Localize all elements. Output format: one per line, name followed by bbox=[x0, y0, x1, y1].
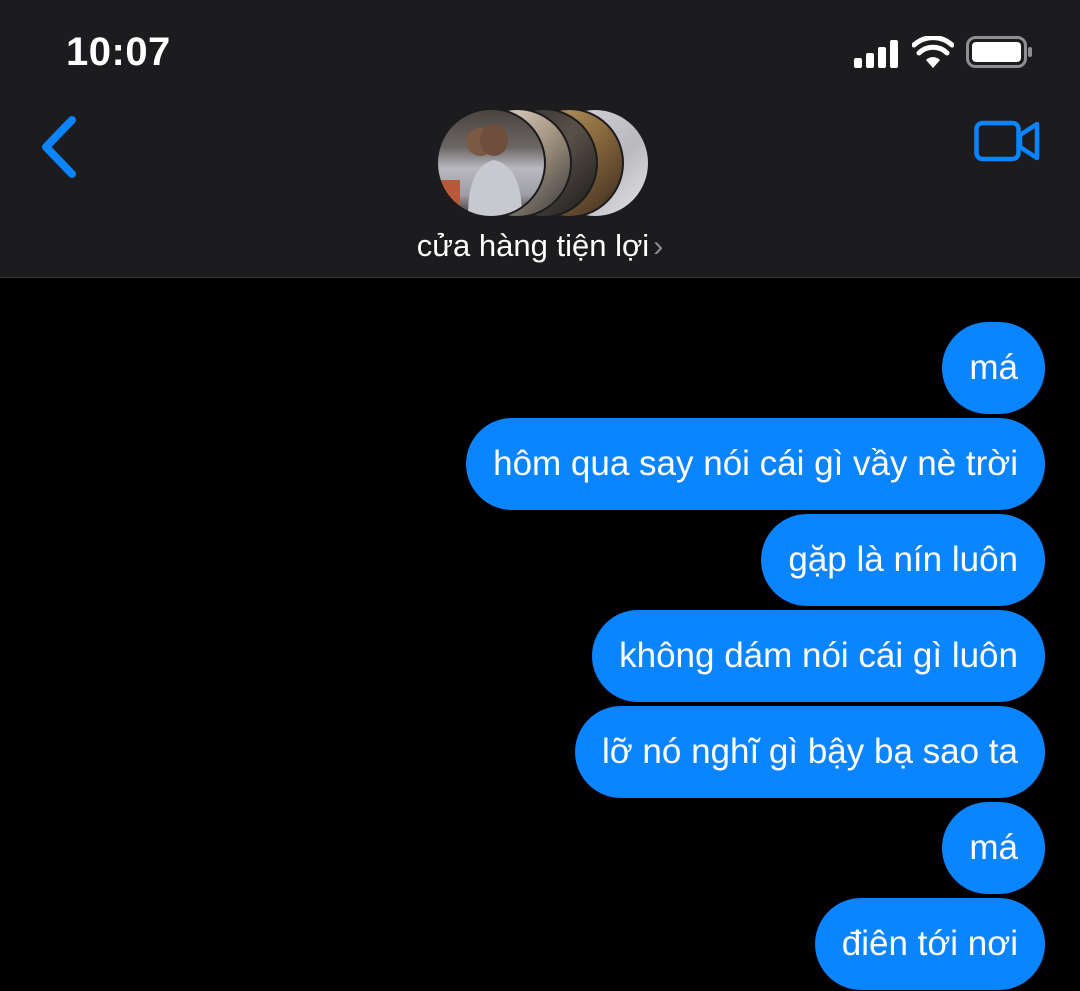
message-bubble-sent[interactable]: hôm qua say nói cái gì vầy nè trời bbox=[466, 418, 1045, 510]
message-bubble-sent[interactable]: gặp là nín luôn bbox=[761, 514, 1045, 606]
group-avatar-stack[interactable] bbox=[436, 108, 650, 218]
back-button[interactable] bbox=[36, 114, 82, 180]
conversation-name[interactable]: cửa hàng tiện lợi › bbox=[0, 228, 1080, 264]
message-bubble-sent[interactable]: má bbox=[942, 802, 1045, 894]
wifi-icon bbox=[912, 36, 954, 68]
cellular-signal-icon bbox=[854, 38, 900, 68]
status-bar-time: 10:07 bbox=[66, 30, 171, 74]
person-icon bbox=[440, 124, 522, 216]
battery-icon bbox=[966, 36, 1032, 68]
avatar bbox=[436, 108, 546, 218]
chevron-right-icon: › bbox=[653, 230, 664, 263]
navigation-header: 10:07 cửa hàng tiện lợi › bbox=[0, 0, 1080, 278]
video-call-button[interactable] bbox=[974, 118, 1040, 164]
message-bubble-sent[interactable]: má bbox=[942, 322, 1045, 414]
conversation-name-label: cửa hàng tiện lợi bbox=[416, 228, 650, 263]
message-thread[interactable]: má hôm qua say nói cái gì vầy nè trời gặ… bbox=[0, 278, 1080, 991]
message-bubble-sent[interactable]: không dám nói cái gì luôn bbox=[592, 610, 1045, 702]
message-bubble-sent[interactable]: điên tới nơi bbox=[814, 898, 1045, 990]
message-bubble-sent[interactable]: lỡ nó nghĩ gì bậy bạ sao ta bbox=[574, 706, 1045, 798]
